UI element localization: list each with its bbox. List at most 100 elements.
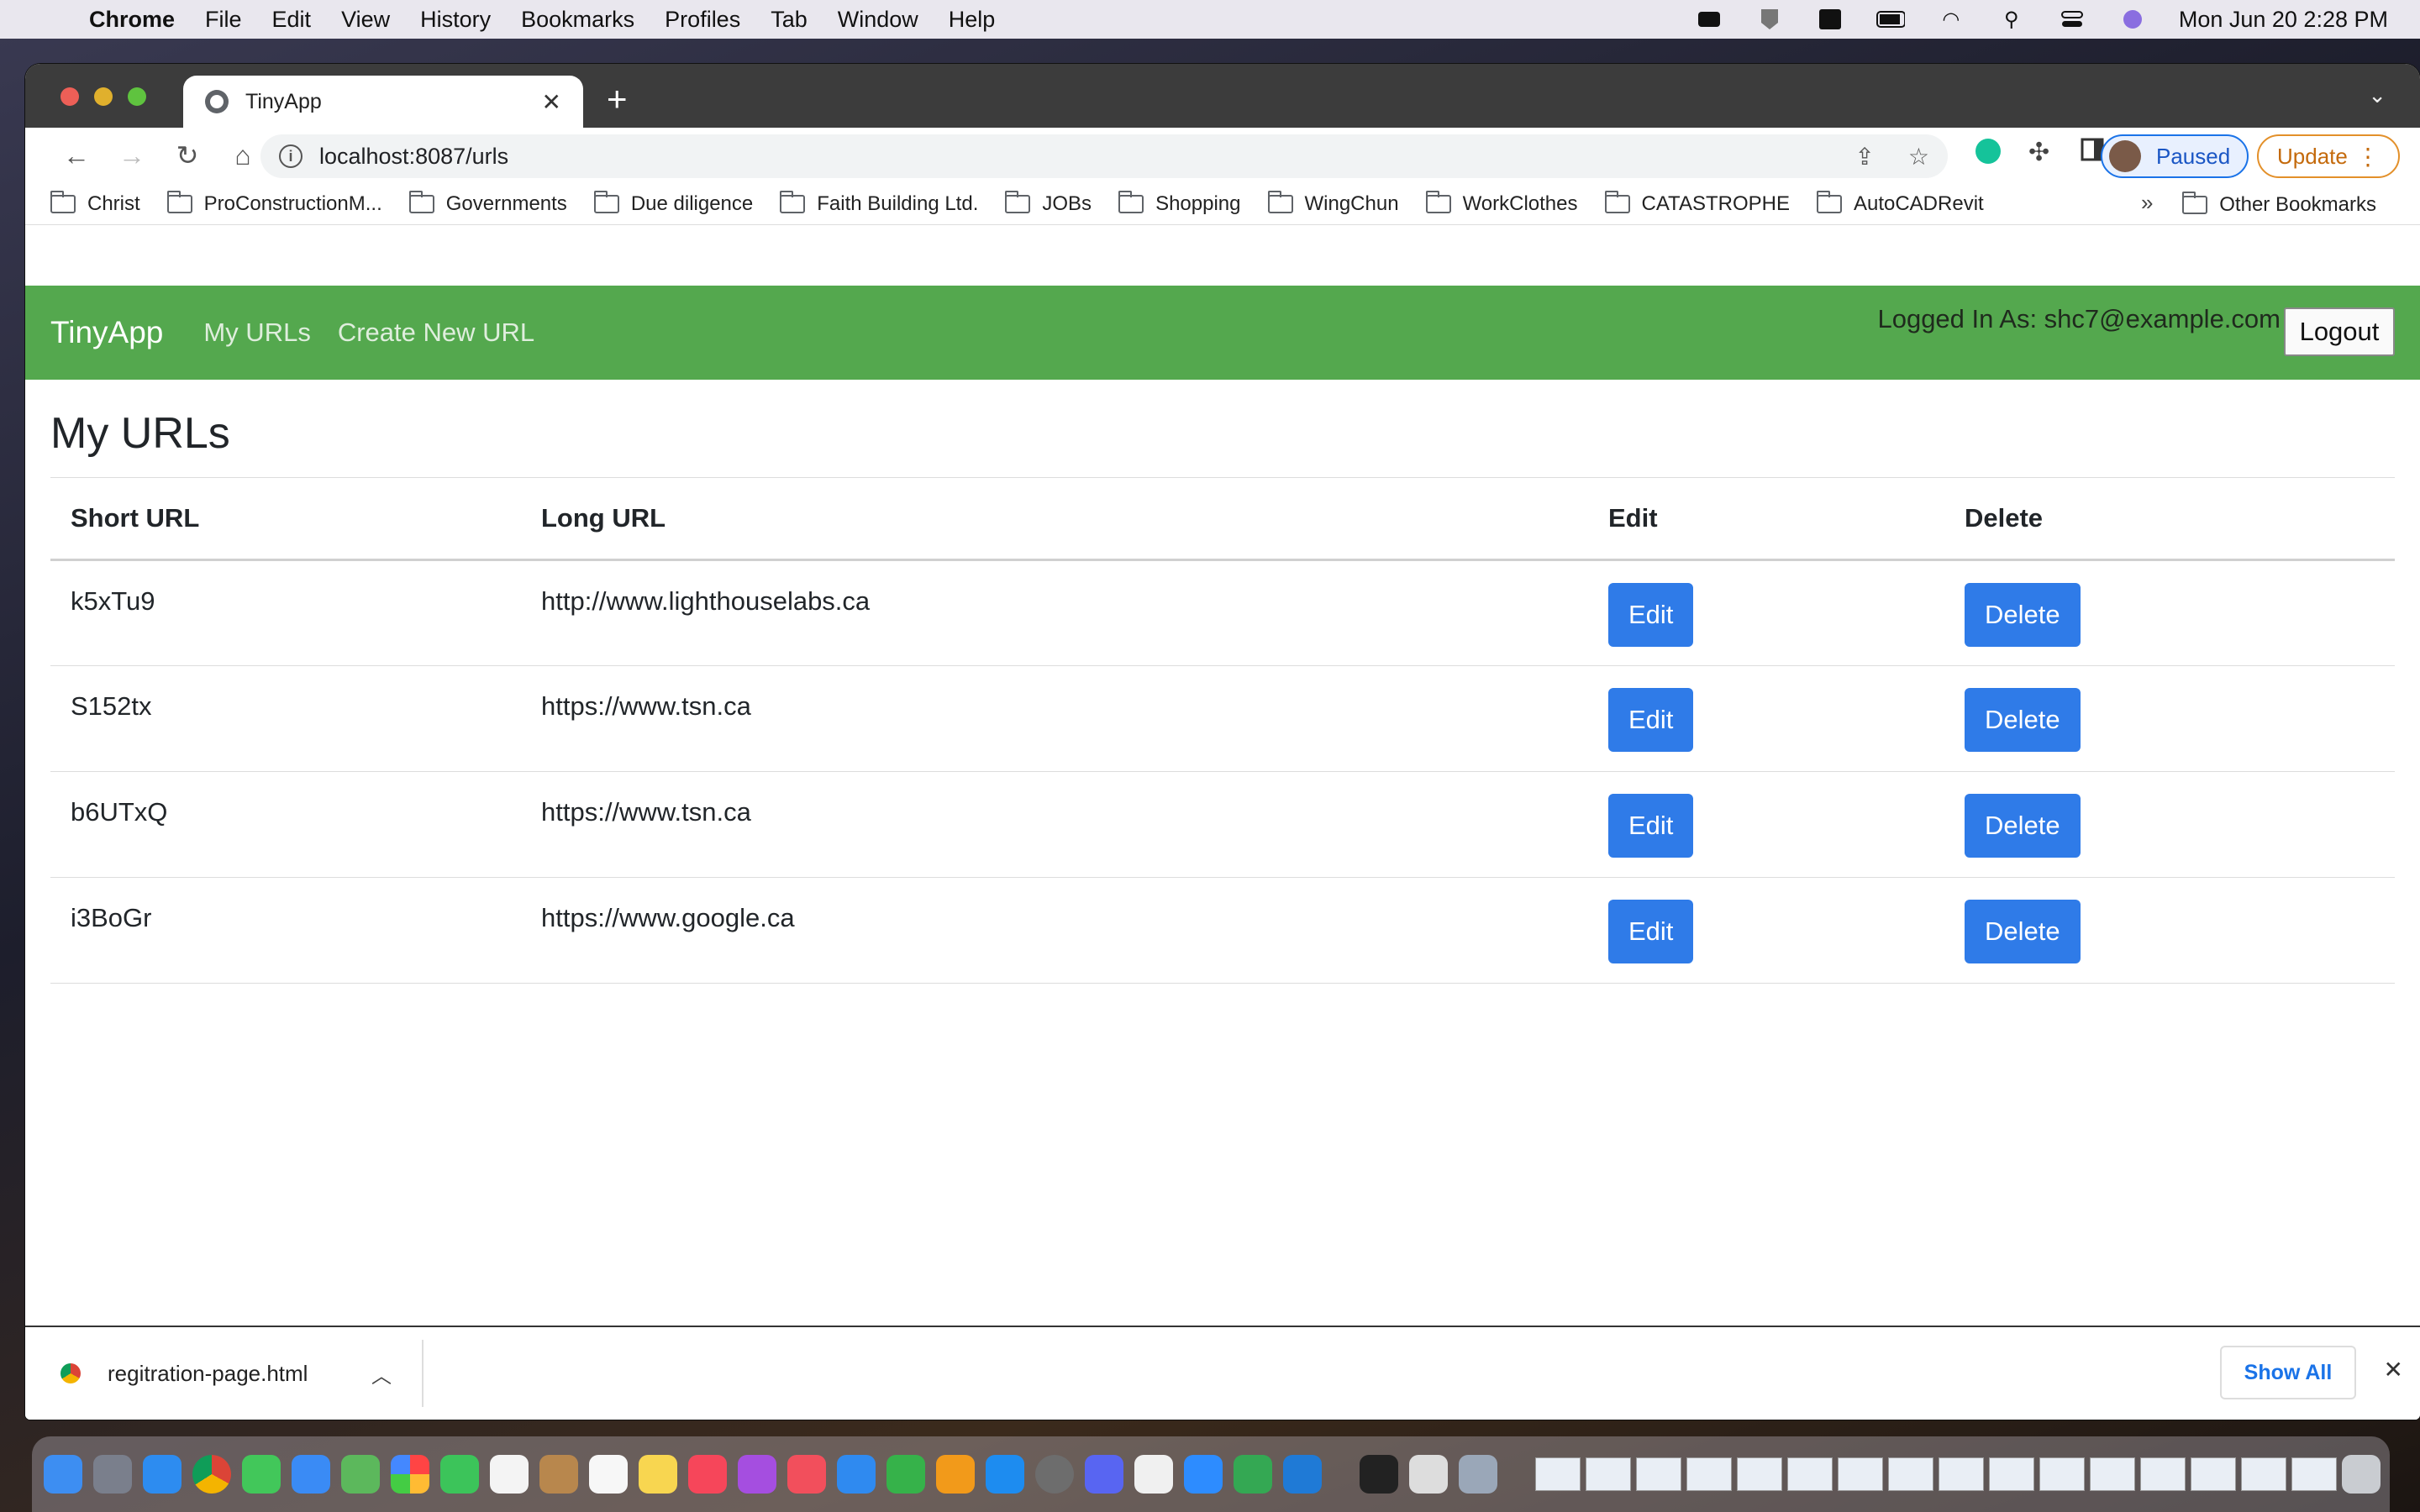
grammarly-extension-icon[interactable] [1975,138,2002,171]
reminders-app-icon[interactable] [589,1455,628,1494]
ca-icon[interactable] [1816,7,1844,32]
minimized-window-thumbnail[interactable] [1535,1457,1581,1491]
menu-app-name[interactable]: Chrome [89,7,175,33]
minimized-window-thumbnail[interactable] [2090,1457,2135,1491]
menu-help[interactable]: Help [949,7,996,33]
podcasts-app-icon[interactable] [738,1455,776,1494]
minimized-window-thumbnail[interactable] [2291,1457,2337,1491]
forward-button[interactable]: → [104,140,160,171]
camera-icon[interactable] [1695,7,1723,32]
menu-dots-icon[interactable]: ⋮ [2356,143,2380,171]
edit-button[interactable]: Edit [1608,688,1694,752]
edit-button[interactable]: Edit [1608,794,1694,858]
zoom-app-icon[interactable] [1184,1455,1223,1494]
zoom-window-button[interactable] [128,87,146,106]
calendar-app-icon[interactable] [490,1455,529,1494]
bookmark-folder[interactable]: Christ [50,190,140,216]
safari-app-icon[interactable] [143,1455,182,1494]
nav-create-new-url[interactable]: Create New URL [338,318,534,348]
bookmarks-overflow-button[interactable]: » [2141,190,2153,216]
minimized-window-thumbnail[interactable] [1989,1457,2034,1491]
close-shelf-icon[interactable]: ✕ [2384,1356,2403,1383]
share-icon[interactable]: ⇪ [1854,143,1874,171]
new-tab-button[interactable]: + [607,79,628,119]
minimized-window-thumbnail[interactable] [1686,1457,1732,1491]
bookmark-folder[interactable]: AutoCADRevit [1816,190,1984,216]
bookmark-folder[interactable]: WingChun [1267,190,1399,216]
download-item[interactable]: regitration-page.html ︿ [25,1340,424,1407]
discord-app-icon[interactable] [1085,1455,1123,1494]
minimized-window-thumbnail[interactable] [2191,1457,2236,1491]
messages-app-icon[interactable] [242,1455,281,1494]
bookmark-star-icon[interactable]: ☆ [1908,143,1929,171]
nav-my-urls[interactable]: My URLs [203,318,310,348]
minimized-window-thumbnail[interactable] [2039,1457,2085,1491]
update-button[interactable]: Update ⋮ [2257,134,2400,178]
minimize-window-button[interactable] [94,87,113,106]
menu-edit[interactable]: Edit [272,7,312,33]
textedit-app-icon[interactable] [1409,1455,1448,1494]
extensions-puzzle-icon[interactable]: ✣ [2028,138,2049,167]
wifi-icon[interactable]: ◠ [1937,7,1965,32]
menu-view[interactable]: View [341,7,390,33]
siri-icon[interactable] [2118,7,2147,32]
edit-button[interactable]: Edit [1608,583,1694,647]
url-text[interactable]: localhost:8087/urls [319,144,1821,170]
minimized-window-thumbnail[interactable] [1939,1457,1984,1491]
minimized-window-thumbnail[interactable] [1787,1457,1833,1491]
brand-link[interactable]: TinyApp [50,315,163,350]
trash-icon[interactable] [2342,1455,2381,1494]
chevron-up-icon[interactable]: ︿ [371,1359,392,1389]
menu-tab[interactable]: Tab [771,7,808,33]
bookmark-folder[interactable]: WorkClothes [1425,190,1578,216]
back-button[interactable]: ← [49,140,104,171]
minimized-window-thumbnail[interactable] [1888,1457,1933,1491]
bookmark-folder[interactable]: Faith Building Ltd. [780,190,978,216]
clock[interactable]: Mon Jun 20 2:28 PM [2179,7,2388,33]
system-preferences-app-icon[interactable] [1035,1455,1074,1494]
delete-button[interactable]: Delete [1965,900,2081,963]
delete-button[interactable]: Delete [1965,583,2081,647]
photos-app-icon[interactable] [391,1455,429,1494]
search-icon[interactable]: ⚲ [1997,7,2026,32]
maps-app-icon[interactable] [341,1455,380,1494]
bookmark-folder[interactable]: Shopping [1118,190,1241,216]
close-tab-icon[interactable]: ✕ [542,88,561,116]
bookmark-folder[interactable]: JOBs [1005,190,1092,216]
delete-button[interactable]: Delete [1965,794,2081,858]
contacts-app-icon[interactable] [539,1455,578,1494]
menu-profiles[interactable]: Profiles [665,7,740,33]
address-bar[interactable]: i localhost:8087/urls ⇪ ☆ [260,134,1948,178]
music-app-icon[interactable] [688,1455,727,1494]
menu-window[interactable]: Window [838,7,918,33]
close-window-button[interactable] [60,87,79,106]
preview-app-icon[interactable] [1459,1455,1497,1494]
minimized-window-thumbnail[interactable] [1838,1457,1883,1491]
menu-file[interactable]: File [205,7,242,33]
minimized-window-thumbnail[interactable] [2241,1457,2286,1491]
notes-app-icon[interactable] [639,1455,677,1494]
minimized-window-thumbnail[interactable] [1636,1457,1681,1491]
reload-button[interactable]: ↻ [160,139,215,171]
profile-button[interactable]: Paused [2101,134,2249,178]
app-store-app-icon[interactable] [986,1455,1024,1494]
bookmark-folder[interactable]: Governments [408,190,567,216]
edit-button[interactable]: Edit [1608,900,1694,963]
keynote-app-icon[interactable] [837,1455,876,1494]
show-all-downloads-button[interactable]: Show All [2220,1346,2356,1399]
tab-tinyapp[interactable]: TinyApp ✕ [183,76,583,128]
mail-app-icon[interactable] [292,1455,330,1494]
battery-icon[interactable] [1876,7,1905,32]
other-bookmarks-folder[interactable]: Other Bookmarks [2182,192,2376,217]
menu-bookmarks[interactable]: Bookmarks [521,7,634,33]
bookmark-folder[interactable]: ProConstructionM... [166,190,382,216]
pages-app-icon[interactable] [936,1455,975,1494]
finder-app-icon[interactable] [44,1455,82,1494]
slack-app-icon[interactable] [1134,1455,1173,1494]
control-center-icon[interactable] [2058,7,2086,32]
logout-button[interactable]: Logout [2284,307,2395,356]
bookmark-folder[interactable]: CATASTROPHE [1604,190,1790,216]
chrome-app-icon[interactable] [192,1455,231,1494]
site-info-icon[interactable]: i [279,144,302,168]
launchpad-app-icon[interactable] [93,1455,132,1494]
